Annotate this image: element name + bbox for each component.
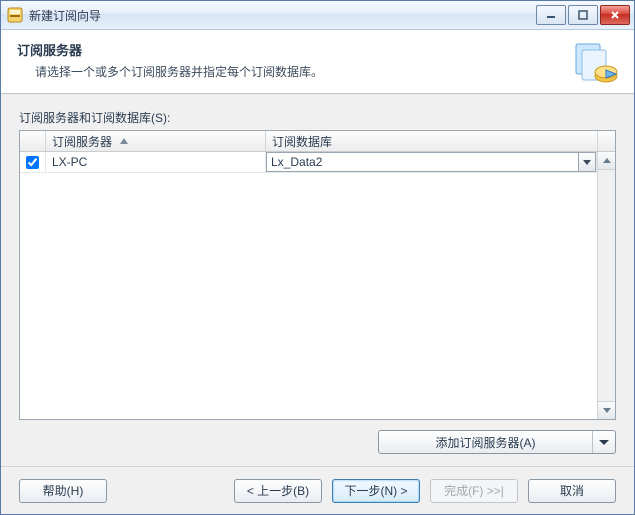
finish-button: 完成(F) >>| <box>430 479 518 503</box>
scroll-track[interactable] <box>598 170 615 401</box>
add-subscriber-label: 添加订阅服务器(A) <box>379 434 592 451</box>
cancel-label: 取消 <box>560 482 584 499</box>
finish-label: 完成(F) >>| <box>444 482 504 499</box>
help-button[interactable]: 帮助(H) <box>19 479 107 503</box>
combo-dropdown-button[interactable] <box>578 153 595 171</box>
row-database-value: Lx_Data2 <box>267 155 578 169</box>
app-icon <box>7 7 23 23</box>
add-subscriber-arrow[interactable] <box>592 431 615 453</box>
back-button[interactable]: < 上一步(B) <box>234 479 322 503</box>
column-scroll-gap <box>598 131 615 151</box>
wizard-footer: 帮助(H) < 上一步(B) 下一步(N) > 完成(F) >>| 取消 <box>1 466 634 514</box>
maximize-button[interactable] <box>568 5 598 25</box>
back-label: < 上一步(B) <box>247 482 309 499</box>
vertical-scrollbar[interactable] <box>597 152 615 419</box>
grid-label: 订阅服务器和订阅数据库(S): <box>19 109 616 126</box>
grid-rows: LX-PC Lx_Data2 <box>20 152 597 419</box>
chevron-down-icon <box>583 160 591 165</box>
titlebar: 新建订阅向导 <box>1 1 634 30</box>
sort-asc-icon <box>120 138 128 144</box>
wizard-body: 订阅服务器和订阅数据库(S): 订阅服务器 订阅数据库 <box>1 94 634 466</box>
column-server[interactable]: 订阅服务器 <box>46 131 266 151</box>
row-checkbox[interactable] <box>26 156 39 169</box>
column-checkbox[interactable] <box>20 131 46 151</box>
table-row: LX-PC Lx_Data2 <box>20 152 597 173</box>
page-subtitle: 请选择一个或多个订阅服务器并指定每个订阅数据库。 <box>35 63 572 80</box>
scroll-down-button[interactable] <box>598 401 615 419</box>
add-subscriber-button[interactable]: 添加订阅服务器(A) <box>378 430 616 454</box>
help-label: 帮助(H) <box>43 482 84 499</box>
close-button[interactable] <box>600 5 630 25</box>
scroll-up-button[interactable] <box>598 152 615 170</box>
wizard-header: 订阅服务器 请选择一个或多个订阅服务器并指定每个订阅数据库。 <box>1 30 634 94</box>
chevron-down-icon <box>599 440 609 445</box>
wizard-icon <box>572 40 620 88</box>
page-title: 订阅服务器 <box>17 40 572 59</box>
next-label: 下一步(N) > <box>344 482 407 499</box>
cancel-button[interactable]: 取消 <box>528 479 616 503</box>
column-database[interactable]: 订阅数据库 <box>266 131 598 151</box>
subscriber-grid: 订阅服务器 订阅数据库 LX-PC <box>19 130 616 420</box>
row-database-combo[interactable]: Lx_Data2 <box>266 152 596 172</box>
row-server-name: LX-PC <box>52 155 87 169</box>
column-server-label: 订阅服务器 <box>52 133 112 150</box>
wizard-window: 新建订阅向导 订阅服务器 请选择一个或多个订阅服务器并指定每个订阅数据库。 <box>0 0 635 515</box>
grid-header: 订阅服务器 订阅数据库 <box>20 131 615 152</box>
window-controls <box>536 5 630 25</box>
minimize-button[interactable] <box>536 5 566 25</box>
window-title: 新建订阅向导 <box>29 7 536 24</box>
next-button[interactable]: 下一步(N) > <box>332 479 420 503</box>
column-database-label: 订阅数据库 <box>272 133 332 150</box>
